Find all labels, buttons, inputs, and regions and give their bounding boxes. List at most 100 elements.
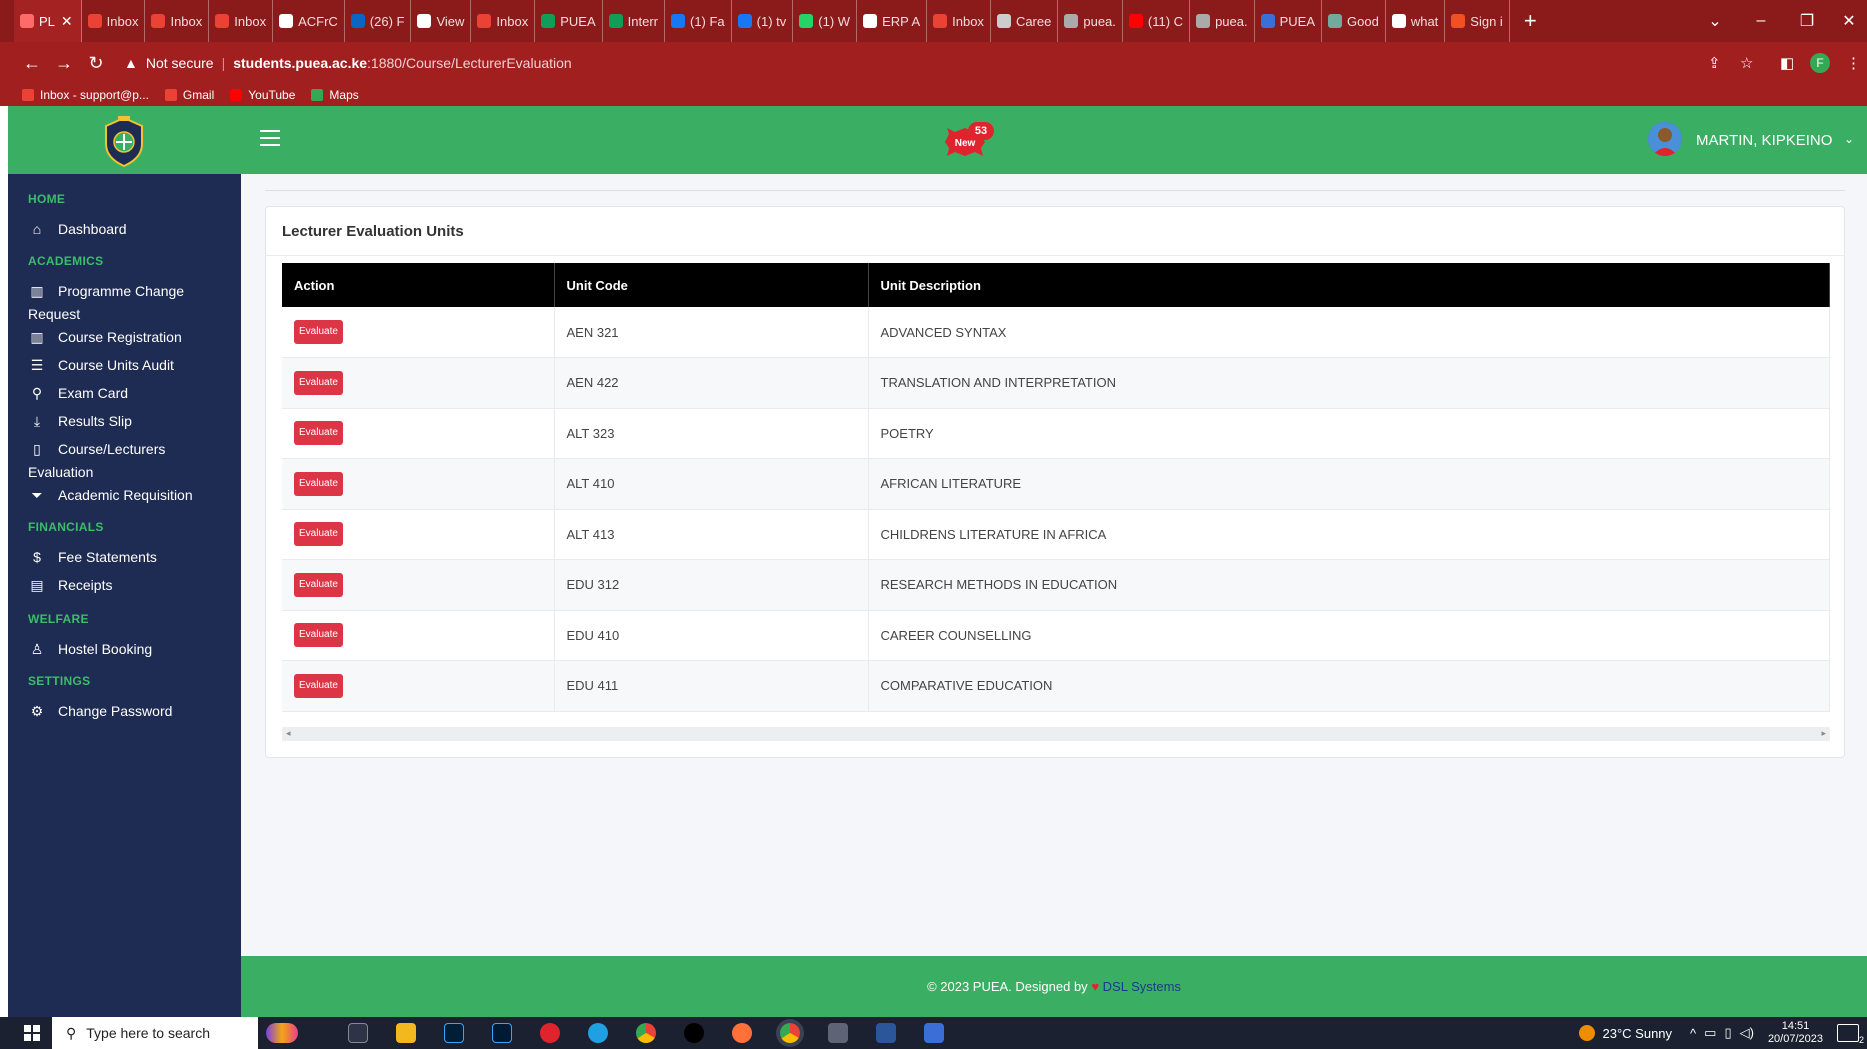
sidebar-item-label: Fee Statements (58, 549, 157, 565)
chrome-icon[interactable] (636, 1023, 656, 1043)
taskbar-search-input[interactable]: ⚲ Type here to search (52, 1017, 258, 1049)
browser-tab[interactable]: (1) Fa (665, 0, 732, 42)
university-logo[interactable] (96, 114, 152, 168)
network-icon[interactable]: ▭ (1704, 1025, 1716, 1041)
browser-tab[interactable]: PUEA (535, 0, 603, 42)
browser-tab[interactable]: Good (1322, 0, 1386, 42)
browser-tab[interactable]: Inbox (82, 0, 146, 42)
weather-text[interactable]: 23°C Sunny (1603, 1026, 1673, 1041)
sidebar-item-dashboard[interactable]: ⌂ Dashboard (28, 218, 228, 241)
evaluate-button[interactable]: Evaluate (294, 572, 343, 597)
browser-tab-label: Interr (627, 13, 658, 29)
remote-desktop-icon[interactable] (924, 1023, 944, 1043)
sidebar-item-receipts[interactable]: ▤ Receipts (28, 574, 228, 597)
bookmark-star-icon[interactable]: ☆ (1740, 42, 1753, 84)
user-name[interactable]: MARTIN, KIPKEINO (1696, 132, 1832, 149)
tab-close-icon[interactable]: ✕ (61, 13, 73, 30)
profile-avatar[interactable]: F (1810, 42, 1830, 84)
browser-tab[interactable]: Caree (991, 0, 1059, 42)
browser-tab[interactable]: (1) W (793, 0, 858, 42)
notification-center-icon[interactable]: 2 (1837, 1024, 1864, 1045)
evaluate-button[interactable]: Evaluate (294, 623, 343, 648)
browser-tab[interactable]: (11) C (1123, 0, 1191, 42)
share-icon[interactable]: ⇪ (1708, 42, 1721, 84)
edge-icon[interactable] (588, 1023, 608, 1043)
bookmark-item[interactable]: Inbox - support@p... (22, 88, 149, 102)
sidebar-item-label: Course Registration (58, 329, 182, 345)
browser-tab[interactable]: Inbox (471, 0, 536, 42)
browser-tab[interactable]: puea. (1058, 0, 1123, 42)
browser-tab[interactable]: (26) F (345, 0, 412, 42)
sidebar-item-course-units-audit[interactable]: ☰ Course Units Audit (28, 354, 228, 377)
browser-tab[interactable]: PUEA (1255, 0, 1323, 42)
unit-description-cell: COMPARATIVE EDUCATION (868, 660, 1830, 712)
sidebar-item-course-lecturers-evaluation[interactable]: ▯ Course/Lecturers Evaluation (28, 438, 228, 484)
evaluate-button[interactable]: Evaluate (294, 370, 343, 395)
news-widget-icon[interactable] (266, 1023, 298, 1043)
windows-start-icon[interactable] (24, 1025, 40, 1041)
chevron-down-icon[interactable]: ⌄ (1844, 132, 1854, 146)
word-icon[interactable] (876, 1023, 896, 1043)
volume-icon[interactable]: ◁) (1740, 1025, 1754, 1041)
task-view-icon[interactable] (348, 1023, 368, 1043)
reload-icon[interactable]: ↻ (82, 53, 110, 74)
browser-tab[interactable]: Inbox (145, 0, 210, 42)
evaluate-button[interactable]: Evaluate (294, 522, 343, 547)
battery-icon[interactable]: ▯ (1724, 1025, 1731, 1041)
menu-icon[interactable]: ⋮ (1846, 42, 1861, 84)
sidebar-item-course-registration[interactable]: ▥ Course Registration (28, 326, 228, 349)
sidebar-item-academic-requisition[interactable]: ⏷ Academic Requisition (28, 484, 228, 507)
browser-tab[interactable]: Interr (603, 0, 665, 42)
browser-tab[interactable]: what (1386, 0, 1446, 42)
bookmark-item[interactable]: Maps (311, 88, 359, 102)
evaluate-button[interactable]: Evaluate (294, 421, 343, 446)
browser-tab[interactable]: (1) tv (732, 0, 794, 42)
calculator-icon[interactable] (828, 1023, 848, 1043)
user-avatar[interactable] (1648, 122, 1682, 156)
tray-chevron-icon[interactable]: ^ (1690, 1026, 1696, 1041)
footer-brand-link[interactable]: DSL Systems (1103, 979, 1181, 994)
sidebar-item-hostel-booking[interactable]: ♙ Hostel Booking (28, 638, 228, 661)
firefox-icon[interactable] (732, 1023, 752, 1043)
browser-tab[interactable]: puea. (1190, 0, 1255, 42)
evaluate-button[interactable]: Evaluate (294, 673, 343, 698)
photoshop-icon[interactable] (444, 1023, 464, 1043)
browser-tab[interactable]: Inbox (209, 0, 274, 42)
close-window-icon[interactable]: ✕ (1826, 0, 1867, 42)
sidepanel-icon[interactable]: ◧ (1780, 42, 1794, 84)
hamburger-menu-icon[interactable] (260, 130, 280, 146)
sidebar-item-fee-statements[interactable]: $ Fee Statements (28, 546, 228, 569)
horizontal-scrollbar[interactable]: ◂ ▸ (282, 727, 1830, 741)
browser-tab[interactable]: PL ✕ (14, 0, 82, 42)
browser-tab[interactable]: Sign i (1445, 0, 1510, 42)
scroll-right-icon[interactable]: ▸ (1821, 728, 1826, 739)
taskbar-clock[interactable]: 14:51 20/07/2023 (1768, 1020, 1823, 1046)
sidebar-item-change-password[interactable]: ⚙ Change Password (28, 700, 228, 723)
bookmark-item[interactable]: YouTube (230, 88, 295, 102)
minimize-icon[interactable]: – (1738, 0, 1784, 42)
browser-tab[interactable]: ACFrC (273, 0, 345, 42)
sidebar-item-results-slip[interactable]: ⤓ Results Slip (28, 410, 228, 433)
file-explorer-icon[interactable] (396, 1023, 416, 1043)
forward-icon[interactable]: → (50, 53, 78, 74)
browser-tab[interactable]: Inbox (927, 0, 991, 42)
evaluate-button[interactable]: Evaluate (294, 471, 343, 496)
lightroom-icon[interactable] (492, 1023, 512, 1043)
bookmark-item[interactable]: Gmail (164, 88, 214, 102)
tab-search-icon[interactable]: ⌄ (1692, 0, 1738, 42)
back-icon[interactable]: ← (18, 53, 46, 74)
new-tab-icon[interactable]: + (1524, 8, 1537, 34)
evaluate-button[interactable]: Evaluate (294, 320, 343, 344)
url-input[interactable]: ▲ Not secure | students.puea.ac.ke:1880/… (124, 48, 1724, 78)
bookmark-favicon-icon (311, 89, 324, 101)
browser-tab[interactable]: ERP A (857, 0, 928, 42)
sidebar-item-programme-change-request[interactable]: ▥ Programme Change Request (28, 280, 228, 326)
chrome-active-icon[interactable] (780, 1023, 800, 1043)
scroll-left-icon[interactable]: ◂ (286, 728, 291, 739)
tab-favicon-icon (863, 14, 878, 28)
opera-icon[interactable] (540, 1023, 560, 1043)
sidebar-item-exam-card[interactable]: ⚲ Exam Card (28, 382, 228, 405)
tiktok-icon[interactable] (684, 1023, 704, 1043)
browser-tab[interactable]: View (411, 0, 472, 42)
restore-icon[interactable]: ❐ (1784, 0, 1830, 42)
